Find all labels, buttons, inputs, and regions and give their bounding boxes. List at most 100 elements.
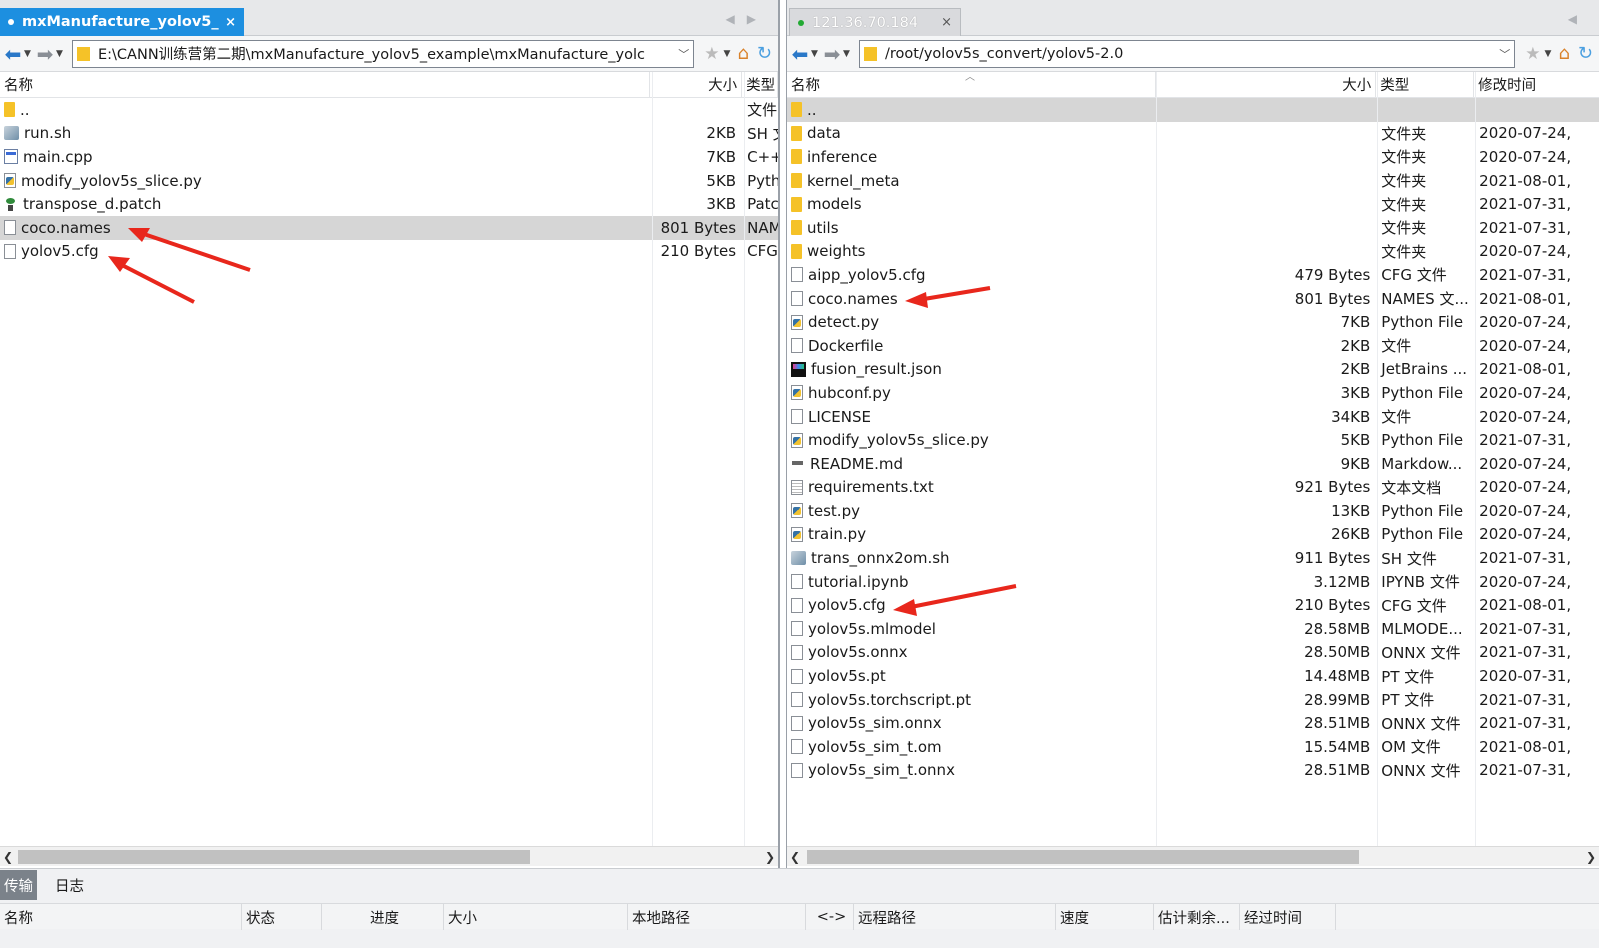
file-row-coco-names[interactable]: coco.names 801 Bytes NAMES 文... 2021-08-01, [787,287,1599,311]
file-row-modify-yolov5s-slice-py[interactable]: modify_yolov5s_slice.py 5KB Pyth [0,169,778,193]
column-modified-header[interactable]: 修改时间 [1474,72,1599,97]
transfer-col-status[interactable]: 状态 [242,904,322,930]
file-name-cell: weights [787,242,1156,260]
file-row-yolov5s-sim-t-om[interactable]: yolov5s_sim_t.om 15.54MB OM 文件 2021-08-01, [787,735,1599,759]
file-row-yolov5-cfg[interactable]: yolov5.cfg 210 Bytes CFG [0,240,778,264]
file-row-data[interactable]: data 文件夹 2020-07-24, [787,122,1599,146]
file-row-main-cpp[interactable]: main.cpp 7KB C++ [0,145,778,169]
transfer-col-name[interactable]: 名称 [0,904,242,930]
file-row-test-py[interactable]: test.py 13KB Python File 2020-07-24, [787,499,1599,523]
file-row-parent[interactable]: .. [787,98,1599,122]
file-name-cell: yolov5.cfg [787,596,1156,614]
file-row-modify-yolov5s-slice-py[interactable]: modify_yolov5s_slice.py 5KB Python File 202… [787,428,1599,452]
column-size-header[interactable]: 大小 [650,72,743,97]
tab-close-icon[interactable]: × [225,15,236,30]
column-type-header[interactable]: 类型 [1376,72,1475,97]
bookmark-dropdown-icon[interactable]: ▼ [723,49,733,59]
transfer-col-speed[interactable]: 速度 [1056,904,1154,930]
scrollbar-track[interactable] [803,849,1583,864]
file-row-tutorial-ipynb[interactable]: tutorial.ipynb 3.12MB IPYNB 文件 2020-07-24, [787,570,1599,594]
file-modified-time: 2021-07-31, [1479,549,1572,568]
file-row-kernel-meta[interactable]: kernel_meta 文件夹 2021-08-01, [787,169,1599,193]
file-row-run-sh[interactable]: run.sh 2KB SH 文 [0,122,778,146]
file-row-yolov5s-torchscript-pt[interactable]: yolov5s.torchscript.pt 28.99MB PT 文件 2021-0… [787,688,1599,712]
file-row-transpose-d-patch[interactable]: transpose_d.patch 3KB Patc [0,192,778,216]
file-row-hubconf-py[interactable]: hubconf.py 3KB Python File 2020-07-24, [787,381,1599,405]
file-row-yolov5s-pt[interactable]: yolov5s.pt 14.48MB PT 文件 2020-07-31, [787,664,1599,688]
star-icon[interactable]: ★ [704,44,719,64]
file-row-weights[interactable]: weights 文件夹 2020-07-24, [787,240,1599,264]
back-history-dropdown-icon[interactable]: ▼ [24,49,34,59]
transfer-col-eta[interactable]: 估计剩余... [1154,904,1240,930]
file-row-yolov5s-mlmodel[interactable]: yolov5s.mlmodel 28.58MB MLMODE... 2021-07-3… [787,617,1599,641]
back-arrow-icon[interactable]: ⬅ [2,42,24,66]
back-arrow-icon[interactable]: ⬅ [789,42,811,66]
file-row-aipp-yolov5-cfg[interactable]: aipp_yolov5.cfg 479 Bytes CFG 文件 2021-07-31… [787,263,1599,287]
home-folder-icon[interactable]: ⌂ [737,43,748,64]
chevron-down-icon[interactable]: ﹀ [1499,46,1510,62]
file-row-yolov5s-onnx[interactable]: yolov5s.onnx 28.50MB ONNX 文件 2021-07-31, [787,641,1599,665]
file-row-train-py[interactable]: train.py 26KB Python File 2020-07-24, [787,523,1599,547]
tab-log[interactable]: 日志 [51,870,88,900]
file-name: coco.names [808,289,898,308]
file-modified-time: 2020-07-24, [1479,313,1572,332]
file-type: Markdow... [1381,454,1463,473]
home-folder-icon[interactable]: ⌂ [1558,43,1569,64]
left-horizontal-scrollbar[interactable]: ❮ ❯ [0,846,778,866]
transfer-col-local-path[interactable]: 本地路径 [628,904,806,930]
file-row-utils[interactable]: utils 文件夹 2021-07-31, [787,216,1599,240]
column-name-header[interactable]: 名称 [0,72,651,97]
file-row-requirements-txt[interactable]: requirements.txt 921 Bytes 文本文档 2020-07-24, [787,476,1599,500]
file-row-coco-names[interactable]: coco.names 801 Bytes NAM [0,215,778,240]
tab-transfer[interactable]: 传输 [0,870,37,900]
file-row-inference[interactable]: inference 文件夹 2020-07-24, [787,145,1599,169]
file-row-trans-onnx2om-sh[interactable]: trans_onnx2om.sh 911 Bytes SH 文件 2021-07-31… [787,546,1599,570]
tab-local-folder[interactable]: mxManufacture_yolov5_... × [0,8,244,36]
file-row-yolov5s-sim-onnx[interactable]: yolov5s_sim.onnx 28.51MB ONNX 文件 2021-07-31… [787,711,1599,735]
file-row-dockerfile[interactable]: Dockerfile 2KB 文件 2020-07-24, [787,334,1599,358]
scroll-right-icon[interactable]: ❯ [1583,850,1599,864]
file-row-yolov5s-sim-t-onnx[interactable]: yolov5s_sim_t.onnx 28.51MB ONNX 文件 2021-07-… [787,759,1599,783]
chevron-down-icon[interactable]: ﹀ [678,46,689,62]
column-size-header[interactable]: 大小 [1156,72,1377,97]
file-row-license[interactable]: LICENSE 34KB 文件 2020-07-24, [787,405,1599,429]
file-row-fusion-result-json[interactable]: fusion_result.json 2KB JetBrains ... 2021-0… [787,358,1599,382]
scroll-right-icon[interactable]: ❯ [762,850,778,864]
scrollbar-thumb[interactable] [807,849,1359,864]
right-horizontal-scrollbar[interactable]: ❮ ❯ [787,846,1599,866]
transfer-col-direction[interactable]: <-> [806,904,854,930]
star-icon[interactable]: ★ [1525,44,1540,64]
file-row-readme-md[interactable]: README.md 9KB Markdow... 2020-07-24, [787,452,1599,476]
tab-scroll-arrows-icon[interactable]: ◀ [1568,12,1589,26]
transfer-col-size[interactable]: 大小 [444,904,628,930]
transfer-col-progress[interactable]: 进度 [322,904,444,930]
local-address-bar[interactable]: E:\CANN训练营第二期\mxManufacture_yolov5_examp… [72,39,695,68]
tab-remote-server[interactable]: 121.36.70.184 × [789,8,961,36]
forward-history-dropdown-icon[interactable]: ▼ [843,49,853,59]
forward-arrow-icon[interactable]: ➡ [821,42,843,66]
file-size: 210 Bytes [1294,596,1371,615]
scroll-left-icon[interactable]: ❮ [0,850,16,864]
remote-address-bar[interactable]: /root/yolov5s_convert/yolov5-2.0 ﹀ [859,39,1516,68]
scrollbar-track[interactable] [16,849,762,864]
bookmark-dropdown-icon[interactable]: ▼ [1544,49,1554,59]
column-type-header[interactable]: 类型 [742,72,778,97]
tab-close-icon[interactable]: × [941,15,952,30]
tab-scroll-arrows-icon[interactable]: ◀▶ [726,12,768,26]
scrollbar-thumb[interactable] [18,849,530,864]
scroll-left-icon[interactable]: ❮ [787,850,803,864]
transfer-col-elapsed[interactable]: 经过时间 [1240,904,1336,930]
file-row-detect-py[interactable]: detect.py 7KB Python File 2020-07-24, [787,310,1599,334]
back-history-dropdown-icon[interactable]: ▼ [811,49,821,59]
file-row-yolov5-cfg[interactable]: yolov5.cfg 210 Bytes CFG 文件 2021-08-01, [787,593,1599,617]
forward-arrow-icon[interactable]: ➡ [34,42,56,66]
transfer-col-remote-path[interactable]: 远程路径 [854,904,1056,930]
file-type: Python File [1381,431,1464,450]
refresh-icon[interactable]: ↻ [1578,43,1593,64]
refresh-icon[interactable]: ↻ [757,43,772,64]
file-row-models[interactable]: models 文件夹 2021-07-31, [787,192,1599,216]
forward-history-dropdown-icon[interactable]: ▼ [56,49,66,59]
file-row-parent[interactable]: .. 文件 [0,98,778,122]
file-name: .. [20,100,30,119]
file-icon [791,715,803,731]
